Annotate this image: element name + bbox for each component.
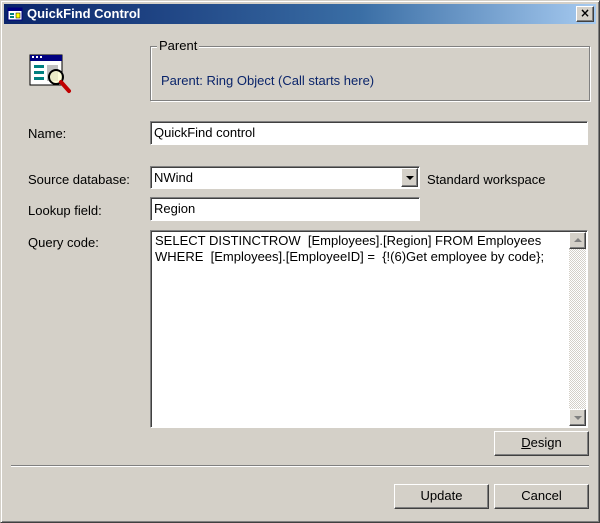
name-field[interactable]: QuickFind control [150,121,588,145]
cancel-button-label: Cancel [521,488,562,503]
name-value: QuickFind control [154,125,256,140]
window-title: QuickFind Control [27,6,141,21]
query-code-label: Query code: [28,235,99,250]
parent-group-title: Parent [157,38,200,53]
close-button[interactable]: × [576,6,594,22]
query-code-text: SELECT DISTINCTROW [Employees].[Region] … [155,233,545,264]
title-bar[interactable]: QuickFind Control × [4,4,596,24]
query-control-icon [7,7,23,21]
lookup-field-value: Region [154,201,196,216]
update-button-label: Update [420,488,463,503]
close-icon: × [579,6,591,20]
dialog-window: QuickFind Control × Parent Parent: Ring … [0,0,600,523]
update-button[interactable]: Update [394,484,489,509]
query-scrollbar[interactable] [569,232,586,426]
scroll-down-icon[interactable] [569,409,586,426]
scroll-up-icon[interactable] [569,232,586,249]
chevron-down-icon[interactable] [401,168,418,187]
source-database-label: Source database: [28,172,130,187]
query-code-textarea[interactable]: SELECT DISTINCTROW [Employees].[Region] … [150,230,588,428]
parent-groupbox: Parent Parent: Ring Object (Call starts … [150,38,590,101]
parent-text: Parent: Ring Object (Call starts here) [161,73,375,88]
workspace-text: Standard workspace [427,172,546,187]
lookup-field-label: Lookup field: [28,203,102,218]
footer-divider [11,465,589,467]
cancel-button[interactable]: Cancel [494,484,589,509]
lookup-field-input[interactable]: Region [150,197,420,221]
source-database-select[interactable]: NWind [150,166,420,189]
design-button-label: Design [521,435,562,450]
form-search-icon [29,54,71,93]
design-button[interactable]: Design [494,431,589,456]
name-label: Name: [28,126,67,141]
source-database-value: NWind [154,170,194,185]
